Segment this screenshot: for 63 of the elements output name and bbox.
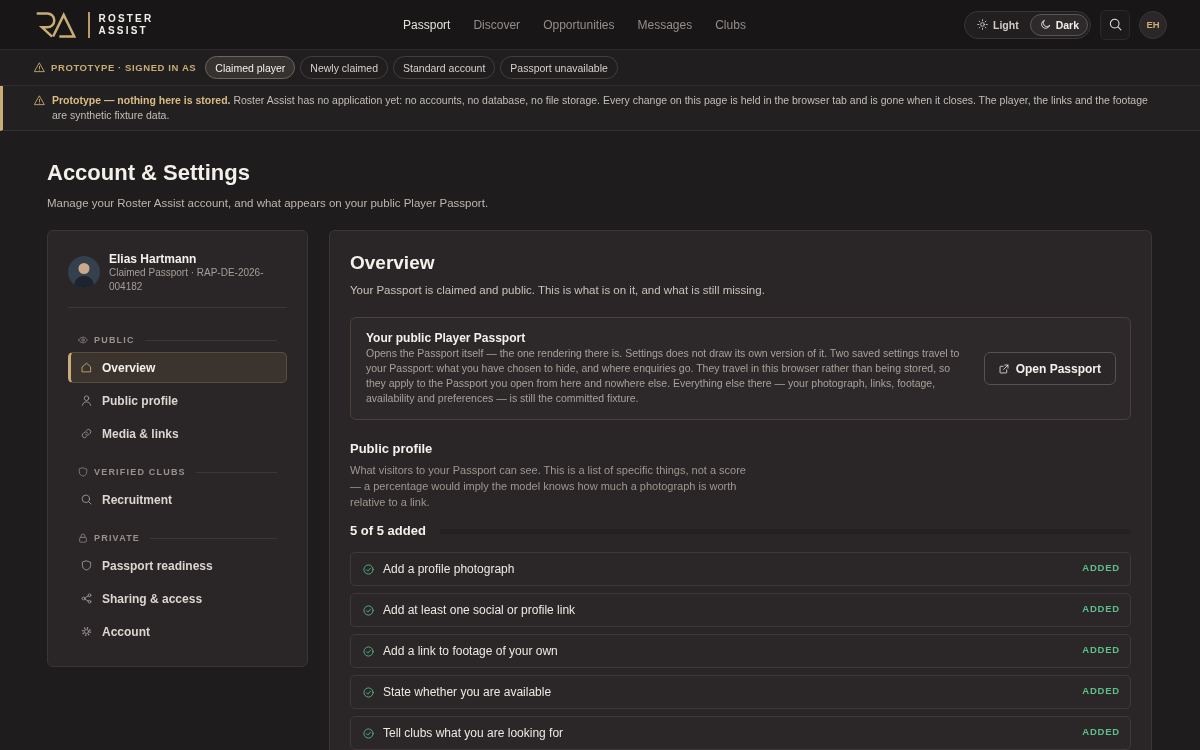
avatar-silhouette-icon	[68, 256, 100, 288]
sidebar-item[interactable]: Overview	[68, 352, 287, 383]
open-passport-button[interactable]: Open Passport	[983, 352, 1116, 385]
checklist-label: Add a link to footage of your own	[383, 644, 559, 658]
sidebar-item[interactable]: Recruitment	[68, 484, 287, 515]
profile-detail: Claimed Passport · RAP-DE-2026-004182	[109, 266, 265, 294]
section-title: Overview	[350, 251, 436, 275]
status-label: ADDED	[1082, 684, 1120, 696]
sidebar-item[interactable]: Public profile	[68, 385, 287, 416]
card-description: Opens the Passport itself — the one rendering there is. Settings does not draw its own version of it. Two saved settings travel to your Passport: what you have chosen to hide, and where enquiries go. They travel in this browser rather than being stored, so they apply to the Passport you open from here and nowhere else. Everything else there — your photograph, links, footage, availability and preferences — is still the committed fixture.	[366, 346, 961, 406]
search-icon	[81, 494, 92, 505]
status-label: ADDED	[1082, 725, 1120, 737]
link-icon	[81, 428, 92, 439]
section-intro: Your Passport is claimed and public. This is what is on it, and what is still missing.	[350, 283, 766, 298]
status-label: ADDED	[1082, 561, 1120, 573]
page-subtitle: Manage your Roster Assist account, and what appears on your public Player Passport.	[47, 196, 490, 211]
gear-icon	[81, 626, 92, 637]
checklist-label: Add at least one social or profile link	[383, 603, 577, 617]
lock-icon	[78, 533, 88, 543]
external-link-icon	[998, 363, 1009, 374]
share-icon	[81, 593, 92, 604]
search-icon	[1108, 18, 1122, 31]
warning-icon	[34, 62, 45, 73]
sidebar-item[interactable]: Media & links	[68, 418, 287, 449]
nav-link[interactable]: Passport	[403, 17, 451, 32]
subsection-description: What visitors to your Passport can see. This is a list of specific things, not a score — a percentage would imply the model knows how much a photograph is worth relative to a link.	[350, 463, 747, 510]
checklist-label: State whether you are available	[383, 685, 553, 699]
section-label: PUBLIC	[94, 335, 135, 345]
profile-name: Elias Hartmann	[109, 252, 198, 266]
page-title: Account & Settings	[47, 160, 251, 186]
user-icon	[81, 395, 92, 406]
theme-option[interactable]: Dark	[1029, 13, 1088, 36]
nav-link[interactable]: Opportunities	[543, 17, 615, 32]
sun-icon	[977, 19, 988, 30]
moon-icon	[1039, 19, 1051, 30]
shield-icon	[78, 467, 88, 477]
section-label: PRIVATE	[94, 533, 141, 543]
brand-name: ROSTER ASSIST	[98, 12, 155, 37]
nav-link[interactable]: Messages	[637, 17, 693, 32]
prototype-label: PROTOTYPE · SIGNED IN AS	[51, 62, 197, 73]
role-chip[interactable]: Claimed player	[205, 56, 296, 79]
home-icon	[81, 362, 92, 373]
checklist-summary: 5 of 5 added	[350, 523, 426, 539]
user-avatar[interactable]: EH	[1139, 10, 1167, 39]
status-label: ADDED	[1082, 602, 1120, 614]
nav-link[interactable]: Discover	[473, 17, 521, 32]
search-button[interactable]	[1100, 9, 1130, 40]
sidebar-item[interactable]: Account	[68, 616, 287, 647]
section-label: VERIFIED CLUBS	[94, 467, 186, 477]
sidebar-item[interactable]: Sharing & access	[68, 583, 287, 614]
eye-icon	[78, 335, 88, 345]
logo-icon	[35, 11, 76, 38]
theme-option[interactable]: Light	[967, 13, 1028, 36]
subsection-title: Public profile	[350, 441, 434, 457]
notice-text: Prototype — nothing here is stored. Roster Assist has no application yet: no accounts, no database, no file storage. Every change on this page is held in the browser tab and is gone when it closes. The player, the links and the footage are synthetic fixture data.	[52, 93, 1149, 123]
warning-icon	[34, 95, 45, 106]
checklist-label: Add a profile photograph	[383, 562, 516, 576]
status-label: ADDED	[1082, 643, 1120, 655]
shield-icon	[81, 560, 92, 571]
sidebar-item[interactable]: Passport readiness	[68, 550, 287, 581]
nav-link[interactable]: Clubs	[715, 17, 746, 32]
card-title: Your public Player Passport	[366, 331, 527, 346]
checklist-label: Tell clubs what you are looking for	[383, 726, 565, 740]
